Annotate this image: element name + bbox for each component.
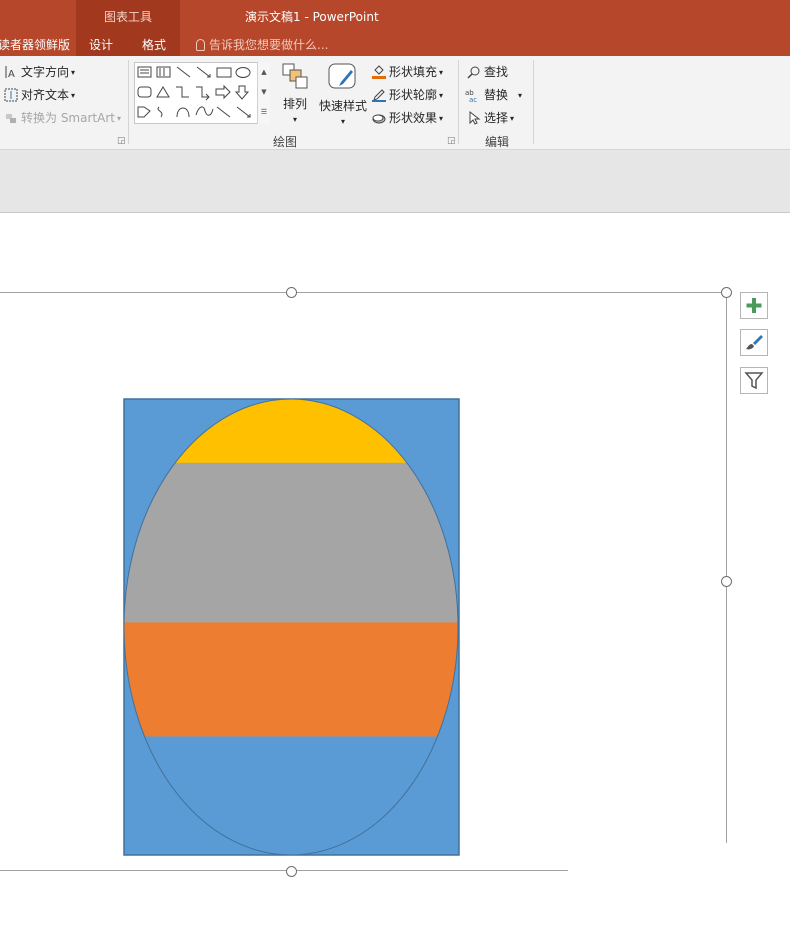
plus-icon [746,298,762,313]
segment-band-3[interactable] [120,622,465,737]
segment-band-2[interactable] [120,462,465,623]
chart-filters-button[interactable] [740,367,768,394]
chart-styles-button[interactable] [740,329,768,356]
resize-handle-bottom[interactable] [286,866,297,877]
filter-icon [744,372,764,390]
chart-area[interactable] [0,0,790,925]
chart-elements-button[interactable] [740,292,768,319]
resize-handle-top[interactable] [286,287,297,298]
paintbrush-icon [746,335,763,350]
resize-handle-right[interactable] [721,576,732,587]
resize-handle-top-right[interactable] [721,287,732,298]
